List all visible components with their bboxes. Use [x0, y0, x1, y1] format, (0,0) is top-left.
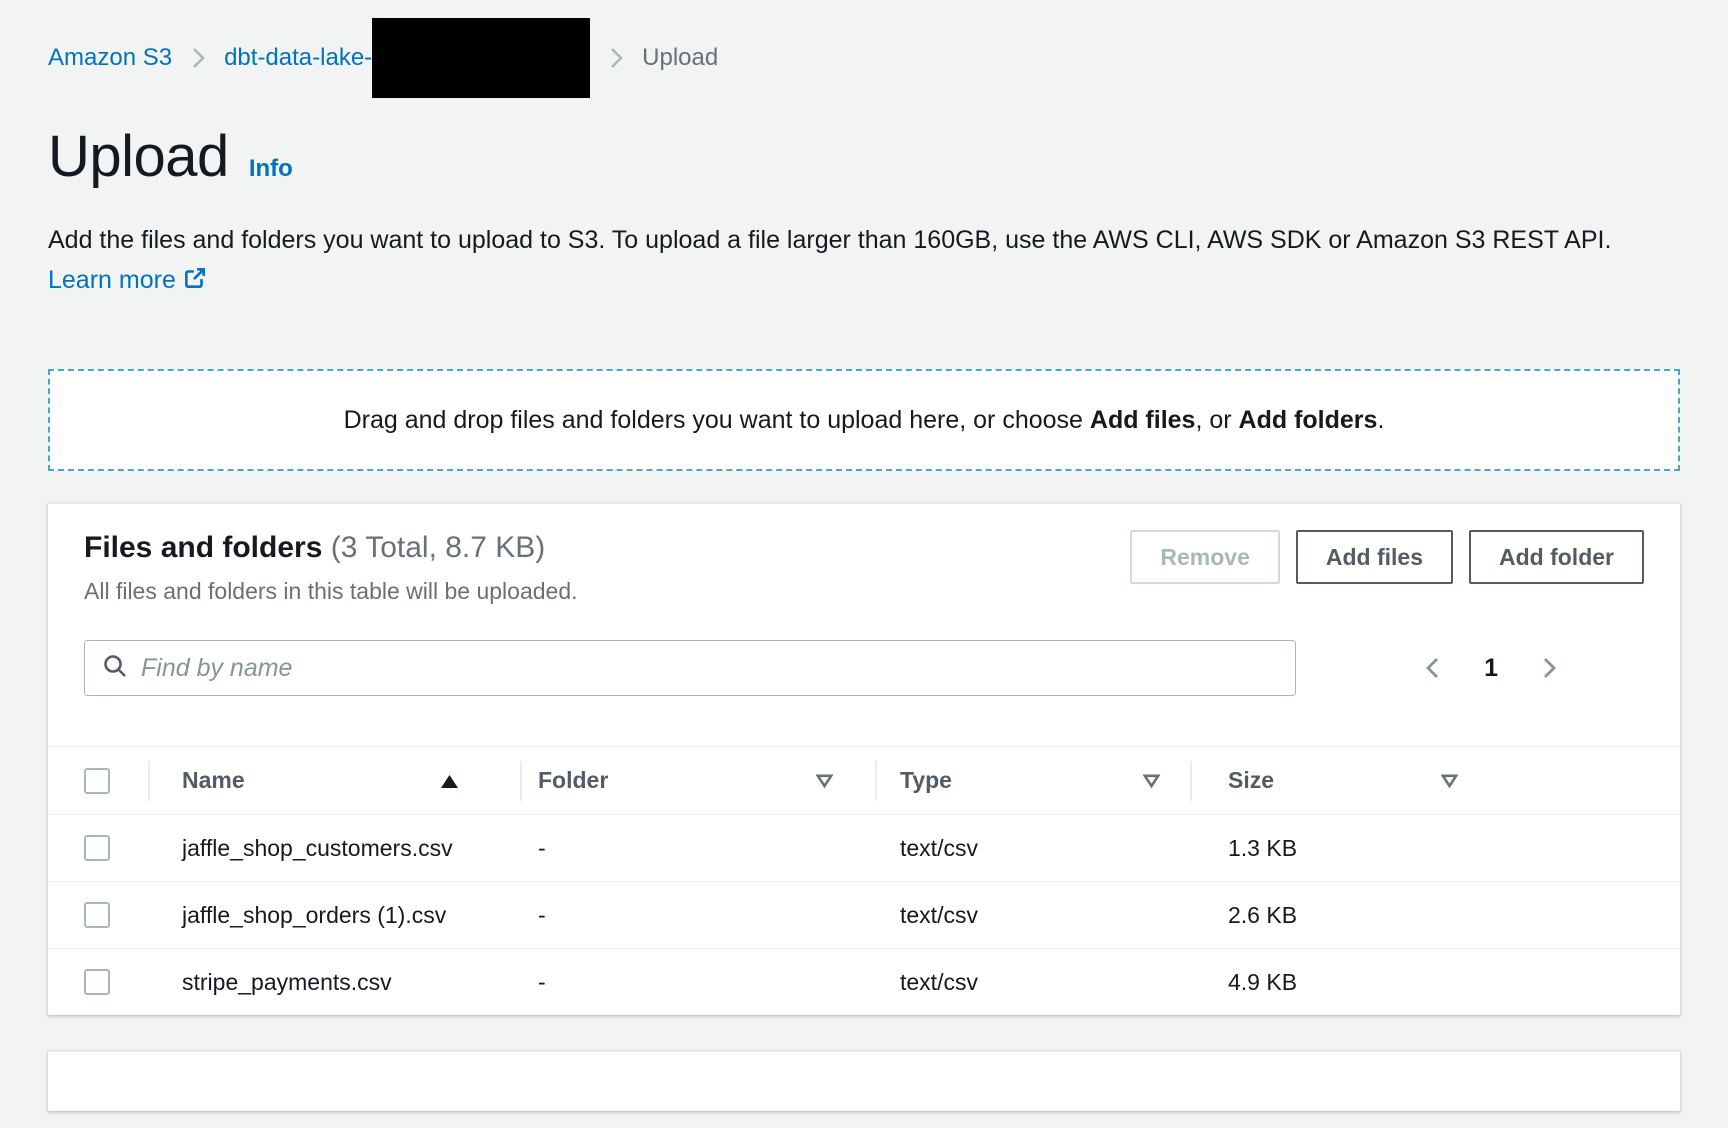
select-all-checkbox[interactable]: [84, 768, 110, 794]
remove-button[interactable]: Remove: [1130, 530, 1279, 584]
breadcrumb-chevron-icon: [608, 45, 624, 71]
panel-header: Files and folders (3 Total, 8.7 KB) All …: [48, 504, 1680, 606]
file-size: 4.9 KB: [1190, 969, 1480, 996]
table-row: jaffle_shop_customers.csv - text/csv 1.3…: [48, 814, 1680, 881]
files-and-folders-panel: Files and folders (3 Total, 8.7 KB) All …: [48, 503, 1680, 1015]
page-description: Add the files and folders you want to up…: [48, 220, 1648, 303]
s3-upload-page: Amazon S3 dbt-data-lake- Upload Upload I…: [0, 0, 1728, 1111]
sort-ascending-icon: [441, 767, 458, 794]
column-header-folder[interactable]: Folder: [520, 747, 875, 814]
files-table: Name Folder Type: [48, 746, 1680, 1015]
breadcrumb: Amazon S3 dbt-data-lake- Upload: [48, 18, 1680, 98]
row-checkbox-cell: [48, 830, 148, 866]
search-input[interactable]: [141, 654, 1279, 683]
row-checkbox-cell: [48, 964, 148, 1000]
dropzone-text: Drag and drop files and folders you want…: [344, 406, 1385, 435]
learn-more-link[interactable]: Learn more: [48, 266, 208, 294]
file-name: jaffle_shop_orders (1).csv: [148, 897, 520, 933]
column-divider: [148, 761, 150, 801]
breadcrumb-bucket-link[interactable]: dbt-data-lake-: [224, 44, 372, 72]
header-checkbox-cell: [48, 747, 148, 814]
panel-subtitle: All files and folders in this table will…: [84, 576, 578, 606]
add-folder-button[interactable]: Add folder: [1469, 530, 1644, 584]
file-folder: -: [520, 902, 875, 929]
sortable-icon: [1143, 767, 1160, 794]
column-divider: [1190, 761, 1192, 801]
table-row: stripe_payments.csv - text/csv 4.9 KB: [48, 948, 1680, 1015]
panel-buttons: Remove Add files Add folder: [1130, 530, 1644, 584]
file-folder: -: [520, 969, 875, 996]
panel-summary: (3 Total, 8.7 KB): [331, 531, 546, 564]
description-text: Add the files and folders you want to up…: [48, 226, 1611, 254]
add-files-button[interactable]: Add files: [1296, 530, 1453, 584]
table-row: jaffle_shop_orders (1).csv - text/csv 2.…: [48, 881, 1680, 948]
column-header-size[interactable]: Size: [1190, 747, 1480, 814]
file-folder: -: [520, 835, 875, 862]
next-page-button[interactable]: [1532, 649, 1566, 687]
search-row: 1: [48, 640, 1680, 696]
previous-page-button[interactable]: [1416, 649, 1450, 687]
column-header-type[interactable]: Type: [875, 747, 1190, 814]
current-page-number[interactable]: 1: [1484, 654, 1498, 683]
breadcrumb-bucket[interactable]: dbt-data-lake-: [224, 18, 590, 98]
file-type: text/csv: [875, 835, 1190, 862]
breadcrumb-current-page: Upload: [642, 44, 718, 72]
file-size: 1.3 KB: [1190, 835, 1480, 862]
row-checkbox[interactable]: [84, 902, 110, 928]
row-checkbox-cell: [48, 897, 148, 933]
drag-drop-zone[interactable]: Drag and drop files and folders you want…: [48, 369, 1680, 471]
next-panel-partial: [48, 1051, 1680, 1111]
breadcrumb-amazon-s3-link[interactable]: Amazon S3: [48, 44, 172, 72]
page-title: Upload: [48, 124, 229, 190]
sortable-icon: [816, 767, 833, 794]
table-header-row: Name Folder Type: [48, 746, 1680, 814]
search-box[interactable]: [84, 640, 1296, 696]
external-link-icon: [182, 263, 208, 303]
row-checkbox[interactable]: [84, 835, 110, 861]
column-divider: [875, 761, 877, 801]
search-icon: [101, 652, 129, 685]
title-row: Upload Info: [48, 124, 1680, 190]
column-divider: [520, 761, 522, 801]
file-name: jaffle_shop_customers.csv: [148, 830, 520, 866]
file-type: text/csv: [875, 902, 1190, 929]
pagination: 1: [1416, 649, 1566, 687]
column-header-name[interactable]: Name: [148, 747, 520, 814]
file-size: 2.6 KB: [1190, 902, 1480, 929]
panel-title-block: Files and folders (3 Total, 8.7 KB) All …: [84, 530, 578, 606]
breadcrumb-chevron-icon: [190, 45, 206, 71]
sortable-icon: [1441, 767, 1458, 794]
file-type: text/csv: [875, 969, 1190, 996]
file-name: stripe_payments.csv: [148, 964, 520, 1000]
row-checkbox[interactable]: [84, 969, 110, 995]
info-link[interactable]: Info: [249, 155, 293, 183]
panel-title: Files and folders (3 Total, 8.7 KB): [84, 530, 578, 566]
redacted-bucket-name: [372, 18, 590, 98]
